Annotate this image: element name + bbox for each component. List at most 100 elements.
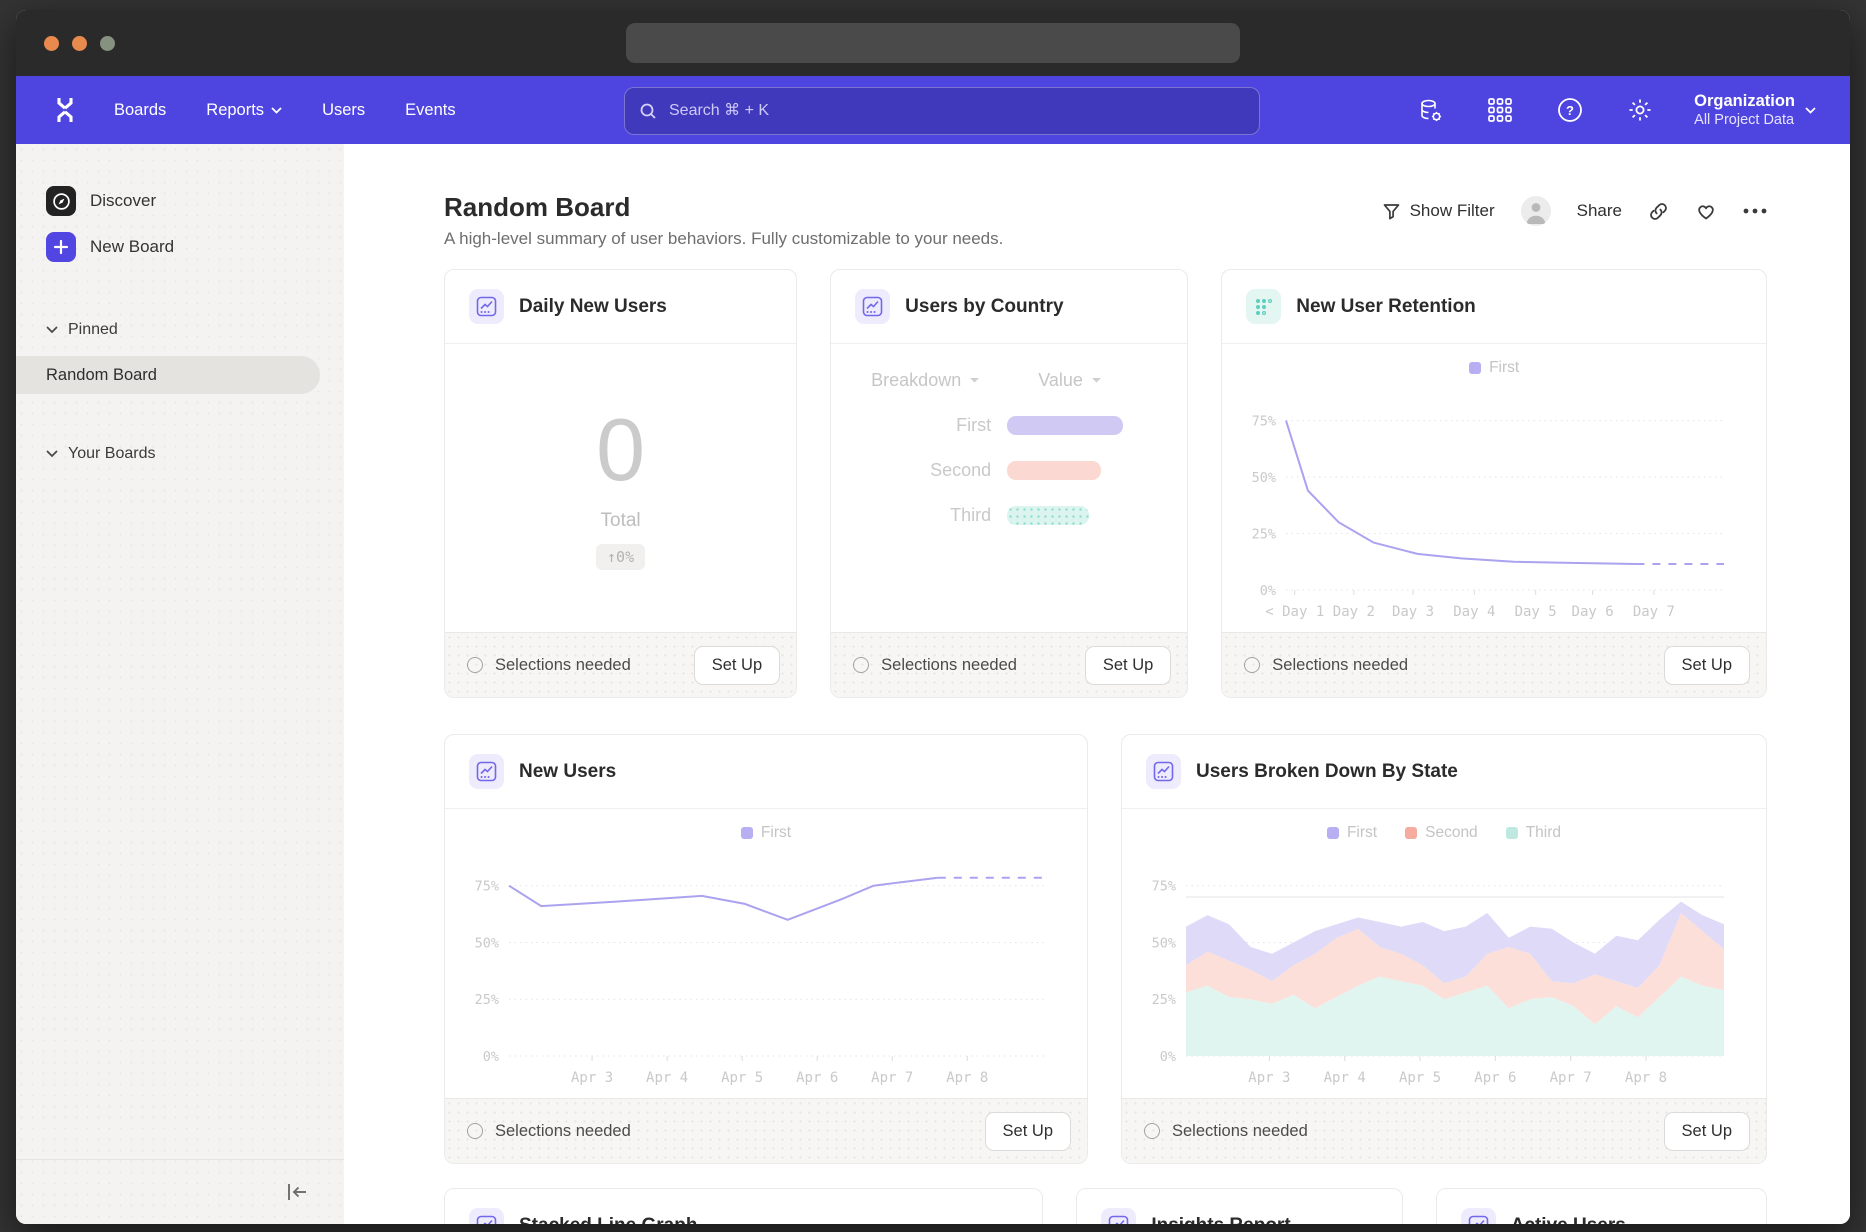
svg-text:50%: 50% (475, 935, 499, 951)
line-chart-icon (855, 289, 890, 324)
metric-delta-badge: ↑0% (596, 544, 645, 570)
card-new-user-retention: New User Retention First 75%50%25%0%< Da… (1221, 269, 1767, 698)
search-input[interactable] (667, 101, 1245, 121)
status-circle-icon (853, 657, 869, 673)
value-dropdown[interactable]: Value (1038, 370, 1102, 391)
apps-grid-icon[interactable] (1484, 94, 1516, 126)
legend-item[interactable]: Second (1405, 824, 1478, 842)
help-icon[interactable]: ? (1554, 94, 1586, 126)
line-chart-icon (469, 754, 504, 789)
card-footer: Selections needed Set Up (445, 1098, 1087, 1163)
caret-down-icon (969, 377, 980, 384)
card-title: New Users (519, 761, 616, 783)
nav-item-events[interactable]: Events (405, 101, 455, 120)
share-button[interactable]: Share (1577, 201, 1622, 221)
copy-link-icon[interactable] (1648, 201, 1669, 222)
board-toolbar: Show Filter Share (1382, 196, 1767, 226)
legend-item[interactable]: First (1327, 824, 1377, 842)
sidebar-item-random-board[interactable]: Random Board (16, 356, 320, 394)
avatar[interactable] (1521, 196, 1551, 226)
mixpanel-logo[interactable] (50, 95, 80, 125)
app-window: Boards Reports Users Events (16, 10, 1850, 1224)
country-bar (1007, 416, 1123, 435)
set-up-button[interactable]: Set Up (1664, 1112, 1750, 1151)
nav-item-reports[interactable]: Reports (206, 101, 282, 120)
legend-swatch (1469, 362, 1481, 374)
sidebar-item-new-board[interactable]: New Board (16, 224, 344, 270)
line-chart-icon (1146, 754, 1181, 789)
legend-swatch (1327, 827, 1339, 839)
svg-text:0%: 0% (1260, 583, 1276, 599)
nav-item-boards[interactable]: Boards (114, 101, 166, 120)
line-chart-icon (469, 1208, 504, 1224)
sidebar-item-discover[interactable]: Discover (16, 178, 344, 224)
line-chart-icon (1101, 1208, 1136, 1224)
caret-down-icon (1091, 377, 1102, 384)
status-circle-icon (467, 657, 483, 673)
legend-item[interactable]: Third (1506, 824, 1561, 842)
nav-item-users[interactable]: Users (322, 101, 365, 120)
sidebar: Discover New Board Pinned Random Board Y… (16, 144, 344, 1224)
sidebar-section-your-boards[interactable]: Your Boards (16, 434, 344, 474)
svg-text:Apr 4: Apr 4 (1324, 1070, 1366, 1086)
card-daily-new-users: Daily New Users 0 Total ↑0% Selections n… (444, 269, 797, 698)
card-active-users: Active Users (1436, 1188, 1767, 1224)
svg-text:Apr 8: Apr 8 (1625, 1070, 1667, 1086)
svg-text:Day 5: Day 5 (1515, 604, 1557, 620)
sidebar-section-pinned[interactable]: Pinned (16, 310, 344, 350)
set-up-button[interactable]: Set Up (694, 646, 780, 685)
new-users-chart: 75%50%25%0%Apr 3Apr 4Apr 5Apr 6Apr 7Apr … (453, 851, 1071, 1090)
collapse-sidebar-icon[interactable] (280, 1175, 314, 1209)
breakdown-dropdown[interactable]: Breakdown (871, 370, 980, 391)
show-filter-button[interactable]: Show Filter (1382, 201, 1495, 221)
line-chart-icon (469, 289, 504, 324)
svg-text:Day 4: Day 4 (1454, 604, 1496, 620)
settings-gear-icon[interactable] (1624, 94, 1656, 126)
chart-legend: First (445, 815, 1087, 851)
country-column-headers: Breakdown Value (831, 370, 1187, 391)
svg-text:25%: 25% (475, 992, 499, 1008)
data-management-icon[interactable] (1414, 94, 1446, 126)
country-bar (1007, 506, 1089, 525)
traffic-lights (44, 36, 115, 51)
country-row: Third (831, 505, 1187, 526)
card-title: Insights Report (1151, 1215, 1290, 1225)
chart-legend: First (1222, 350, 1766, 386)
status-circle-icon (1144, 1123, 1160, 1139)
traffic-light-3[interactable] (100, 36, 115, 51)
svg-text:Apr 8: Apr 8 (946, 1070, 988, 1086)
legend-item[interactable]: First (741, 824, 791, 842)
traffic-light-2[interactable] (72, 36, 87, 51)
chevron-down-icon (271, 107, 282, 114)
users-by-state-chart: 75%50%25%0%Apr 3Apr 4Apr 5Apr 6Apr 7Apr … (1130, 851, 1750, 1090)
svg-text:Apr 6: Apr 6 (796, 1070, 838, 1086)
status-circle-icon (467, 1123, 483, 1139)
org-project: All Project Data (1694, 111, 1795, 129)
chevron-down-icon (46, 450, 58, 458)
browser-address-bar[interactable] (626, 23, 1240, 63)
nav-menu: Boards Reports Users Events (114, 101, 456, 120)
traffic-light-1[interactable] (44, 36, 59, 51)
svg-text:Day 7: Day 7 (1633, 604, 1675, 620)
plus-icon (46, 232, 76, 262)
svg-text:Apr 6: Apr 6 (1474, 1070, 1516, 1086)
svg-text:50%: 50% (1252, 470, 1276, 486)
svg-text:Apr 7: Apr 7 (871, 1070, 913, 1086)
retention-grid-icon (1246, 289, 1281, 324)
set-up-button[interactable]: Set Up (1664, 646, 1750, 685)
more-options-icon[interactable] (1743, 208, 1767, 214)
favorite-heart-icon[interactable] (1695, 201, 1717, 221)
set-up-button[interactable]: Set Up (1085, 646, 1171, 685)
legend-swatch (1506, 827, 1518, 839)
org-switcher[interactable]: Organization All Project Data (1694, 91, 1816, 130)
legend-item[interactable]: First (1469, 359, 1519, 377)
card-users-by-state: Users Broken Down By State FirstSecondTh… (1121, 734, 1767, 1164)
nav-right-cluster: ? Organization All Project Data (1414, 91, 1816, 130)
set-up-button[interactable]: Set Up (985, 1112, 1071, 1151)
board-header: Random Board A high-level summary of use… (444, 192, 1767, 249)
top-navbar: Boards Reports Users Events (16, 76, 1850, 144)
svg-text:< Day 1: < Day 1 (1266, 604, 1325, 620)
svg-text:Apr 3: Apr 3 (571, 1070, 613, 1086)
svg-text:Day 2: Day 2 (1333, 604, 1375, 620)
global-search[interactable] (624, 87, 1260, 135)
